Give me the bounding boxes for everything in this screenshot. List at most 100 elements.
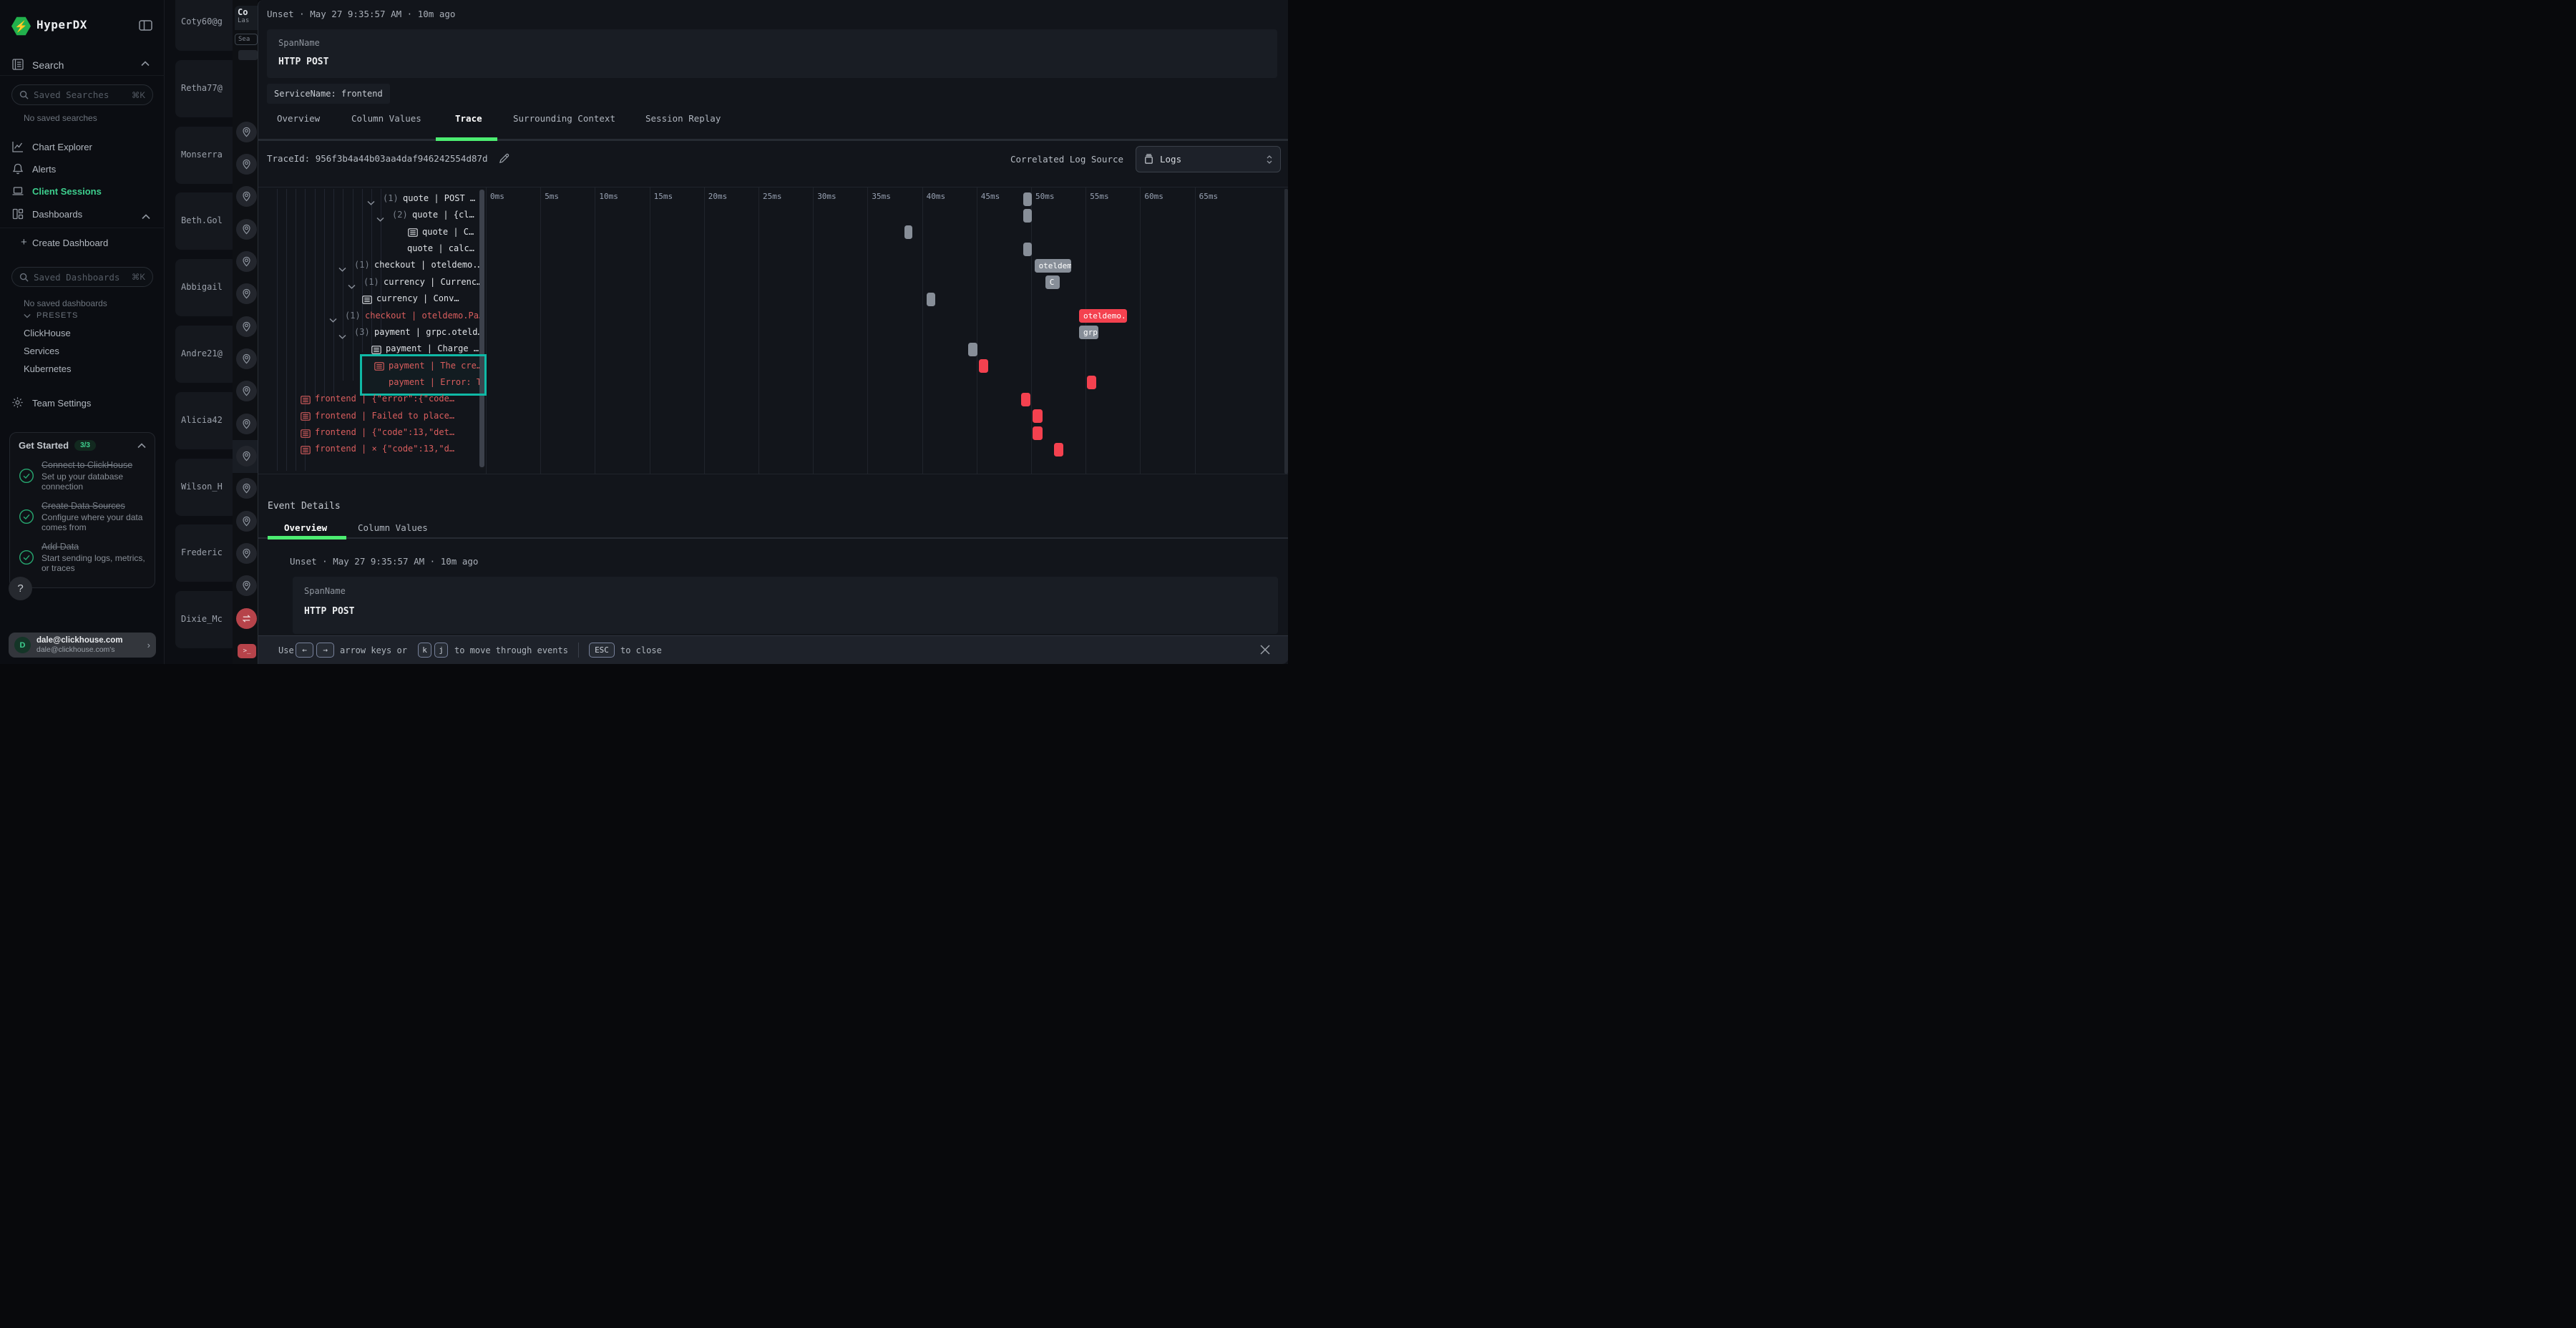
service-name-chip[interactable]: ServiceName: frontend: [267, 84, 390, 104]
trace-tree-row[interactable]: quote | calc…: [258, 241, 479, 257]
location-pin-icon[interactable]: [236, 414, 257, 434]
sidebar-item-clickhouse[interactable]: ClickHouse: [24, 328, 71, 338]
trace-tree-row[interactable]: frontend | {"code":13,"det…: [258, 425, 479, 441]
trace-tree-row[interactable]: (2)quote | {cl…: [258, 208, 479, 223]
strip-search-input[interactable]: Sea: [235, 34, 258, 45]
user-menu[interactable]: D dale@clickhouse.com dale@clickhouse.co…: [9, 633, 156, 658]
session-card[interactable]: Retha77@: [175, 60, 237, 117]
get-started-item[interactable]: Connect to ClickHouseSet up your databas…: [19, 460, 146, 492]
chevron-down-icon[interactable]: [24, 313, 31, 318]
span-duration-bar[interactable]: oteldemo.: [1079, 309, 1127, 323]
event-details-tab-column-values[interactable]: Column Values: [358, 522, 428, 533]
help-button[interactable]: ?: [9, 577, 32, 600]
trace-tree-row[interactable]: (1)checkout | oteldemo.Pa…: [258, 308, 479, 324]
trace-tree-row[interactable]: frontend | × {"code":13,"d…: [258, 441, 479, 457]
sidebar-item-client-sessions[interactable]: Client Sessions: [0, 180, 165, 199]
trace-tree-row[interactable]: (1)quote | POST …: [258, 191, 479, 207]
session-card[interactable]: Beth.Gol: [175, 192, 237, 250]
span-duration-bar[interactable]: [1054, 443, 1063, 456]
session-card[interactable]: Frederic: [175, 524, 237, 582]
chevron-down-icon[interactable]: [338, 263, 346, 268]
trace-tree-row[interactable]: currency | Conv…: [258, 291, 479, 307]
collapse-sidebar-icon[interactable]: [139, 20, 152, 31]
get-started-item[interactable]: Create Data SourcesConfigure where your …: [19, 501, 146, 532]
session-card[interactable]: Andre21@: [175, 326, 237, 383]
sidebar-item-alerts[interactable]: Alerts: [0, 158, 165, 177]
span-duration-bar[interactable]: [927, 293, 935, 306]
location-pin-icon[interactable]: [236, 251, 257, 272]
tab-session-replay[interactable]: Session Replay: [645, 113, 721, 124]
chevron-down-icon[interactable]: [367, 196, 375, 201]
saved-dashboards-input[interactable]: Saved Dashboards ⌘K: [11, 267, 153, 287]
location-pin-icon[interactable]: [236, 446, 257, 467]
span-duration-bar[interactable]: [1023, 192, 1031, 206]
trace-tree-row[interactable]: (1)checkout | oteldemo.…: [258, 258, 479, 273]
chevron-down-icon[interactable]: [329, 313, 337, 318]
location-pin-icon[interactable]: [236, 543, 257, 564]
trace-tree-row[interactable]: payment | The cre…: [258, 358, 479, 374]
trace-tree-row[interactable]: (3)payment | grpc.oteld…: [258, 325, 479, 341]
exchange-icon[interactable]: [236, 608, 257, 629]
create-dashboard-button[interactable]: Create Dashboard: [32, 238, 108, 248]
scrollbar-thumb[interactable]: [479, 190, 484, 467]
sidebar-item-chart-explorer[interactable]: Chart Explorer: [0, 136, 165, 155]
span-duration-bar[interactable]: [1087, 376, 1096, 389]
trace-tree-row[interactable]: frontend | {"error":{"code…: [258, 391, 479, 407]
session-card[interactable]: Abbigail: [175, 259, 237, 316]
trace-tree-row[interactable]: (1)currency | Currenc…: [258, 275, 479, 290]
trace-tree-row[interactable]: frontend | Failed to place…: [258, 409, 479, 424]
location-pin-icon[interactable]: [236, 381, 257, 401]
tab-trace[interactable]: Trace: [455, 113, 482, 124]
chevron-down-icon[interactable]: [338, 330, 346, 335]
span-duration-bar[interactable]: C: [1045, 275, 1060, 289]
trace-tree-row[interactable]: payment | Error: The …: [258, 375, 479, 391]
span-duration-bar[interactable]: [979, 359, 988, 373]
location-pin-icon[interactable]: [236, 348, 257, 369]
span-duration-bar[interactable]: [1023, 243, 1031, 256]
sidebar-item-kubernetes[interactable]: Kubernetes: [24, 363, 72, 374]
tab-overview[interactable]: Overview: [277, 113, 320, 124]
session-card[interactable]: Coty60@g: [175, 0, 237, 51]
location-pin-icon[interactable]: [236, 511, 257, 532]
location-pin-icon[interactable]: [236, 283, 257, 304]
session-card[interactable]: Monserra: [175, 127, 237, 184]
session-card[interactable]: Wilson_H: [175, 459, 237, 516]
presets-header[interactable]: PRESETS: [36, 311, 78, 320]
timeline-scrollbar[interactable]: [1284, 189, 1288, 474]
chevron-down-icon[interactable]: [348, 280, 356, 285]
location-pin-icon[interactable]: [236, 316, 257, 337]
tree-scrollbar[interactable]: [479, 189, 484, 469]
trace-tree-row[interactable]: payment | Charge …: [258, 341, 479, 357]
location-pin-icon[interactable]: [236, 478, 257, 499]
sidebar-item-dashboards[interactable]: Dashboards: [0, 203, 165, 222]
chevron-up-icon[interactable]: [137, 443, 146, 449]
span-duration-bar[interactable]: [1033, 409, 1043, 423]
get-started-item[interactable]: Add DataStart sending logs, metrics, or …: [19, 542, 146, 573]
location-pin-icon[interactable]: [236, 154, 257, 175]
trace-tree-row[interactable]: quote | C…: [258, 225, 479, 240]
tab-surrounding-context[interactable]: Surrounding Context: [513, 113, 615, 124]
span-duration-bar[interactable]: [904, 225, 912, 239]
sidebar-item-services[interactable]: Services: [24, 346, 59, 356]
terminal-icon[interactable]: >_: [238, 644, 256, 658]
event-details-tab-overview[interactable]: Overview: [284, 522, 327, 533]
chevron-down-icon[interactable]: [376, 213, 384, 218]
span-duration-bar[interactable]: grp: [1079, 326, 1098, 339]
location-pin-icon[interactable]: [236, 219, 257, 240]
strip-button[interactable]: [238, 50, 258, 60]
sidebar-item-team-settings[interactable]: Team Settings: [32, 398, 91, 409]
location-pin-icon[interactable]: [236, 186, 257, 207]
close-icon[interactable]: [1259, 643, 1272, 656]
tab-column-values[interactable]: Column Values: [351, 113, 421, 124]
edit-icon[interactable]: [498, 152, 510, 165]
span-duration-bar[interactable]: [968, 343, 977, 356]
span-duration-bar[interactable]: [1033, 426, 1043, 440]
span-duration-bar[interactable]: [1021, 393, 1030, 406]
session-card[interactable]: Dixie_Mc: [175, 591, 237, 648]
log-source-select[interactable]: Logs: [1136, 146, 1281, 172]
span-duration-bar[interactable]: [1023, 209, 1031, 223]
location-pin-icon[interactable]: [236, 575, 257, 596]
span-duration-bar[interactable]: oteldem: [1035, 259, 1072, 273]
session-card[interactable]: Alicia42: [175, 392, 237, 449]
saved-searches-input[interactable]: Saved Searches ⌘K: [11, 84, 153, 105]
